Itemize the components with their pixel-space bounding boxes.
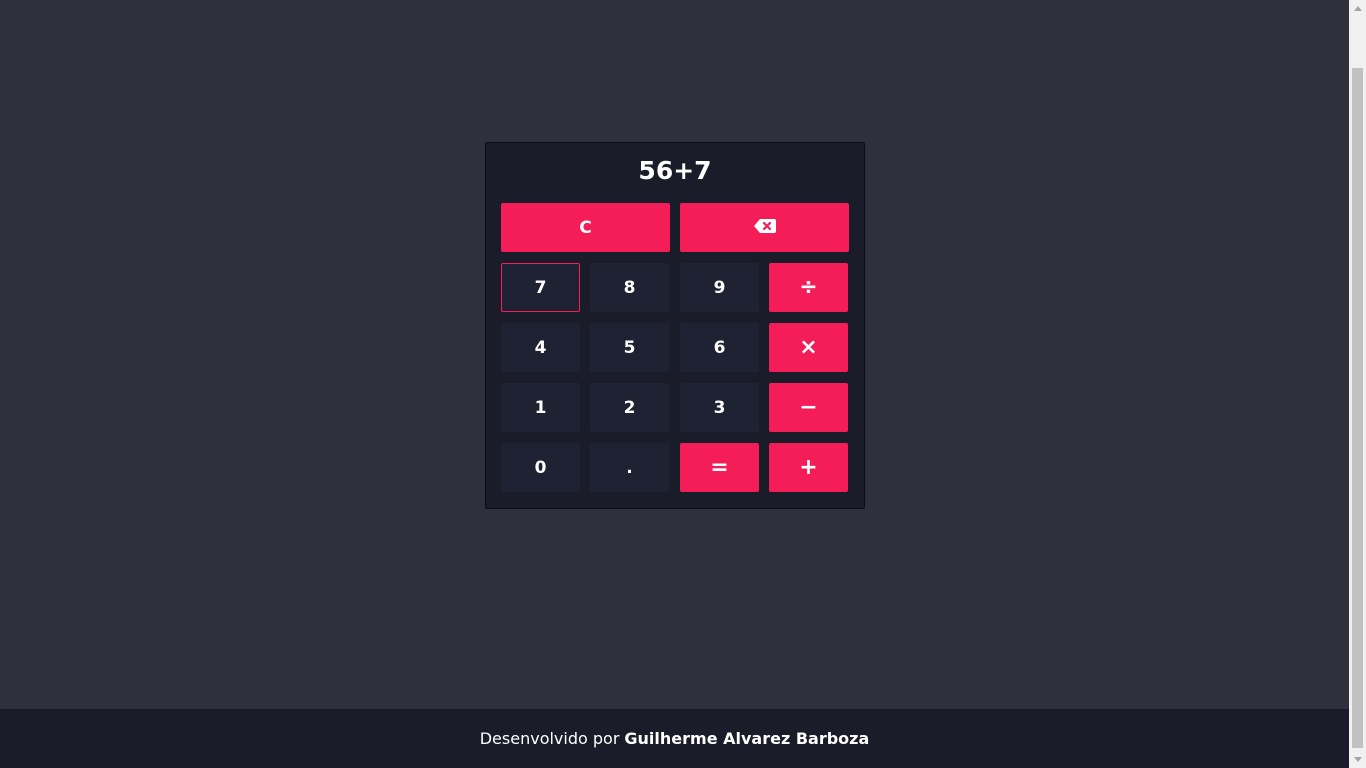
key-0[interactable]: 0: [501, 443, 580, 492]
page-background: 56+7 C 7 8 9 ÷ 4 5 6 × 1 2 3 − 0 . = + D…: [0, 0, 1349, 768]
key-label: .: [626, 457, 633, 478]
key-2[interactable]: 2: [590, 383, 669, 432]
minus-icon: −: [799, 394, 818, 420]
key-label: 0: [534, 457, 547, 478]
key-label: 6: [713, 337, 726, 358]
page-scrollbar[interactable]: [1349, 0, 1366, 768]
multiply-button[interactable]: ×: [769, 323, 848, 372]
footer-prefix: Desenvolvido por: [479, 729, 620, 748]
equals-icon: =: [710, 454, 729, 480]
key-5[interactable]: 5: [590, 323, 669, 372]
plus-button[interactable]: +: [769, 443, 848, 492]
key-8[interactable]: 8: [590, 263, 669, 312]
key-3[interactable]: 3: [680, 383, 759, 432]
key-4[interactable]: 4: [501, 323, 580, 372]
key-6[interactable]: 6: [680, 323, 759, 372]
key-label: 4: [534, 337, 547, 358]
clear-label: C: [579, 217, 592, 238]
backspace-button[interactable]: [680, 203, 849, 252]
key-label: 2: [623, 397, 636, 418]
key-7[interactable]: 7: [501, 263, 580, 312]
key-9[interactable]: 9: [680, 263, 759, 312]
scroll-down-icon[interactable]: [1349, 751, 1366, 768]
scrollbar-thumb[interactable]: [1352, 68, 1363, 748]
key-label: 3: [713, 397, 726, 418]
key-label: 1: [534, 397, 547, 418]
multiply-icon: ×: [799, 334, 818, 360]
divide-icon: ÷: [799, 274, 818, 300]
clear-button[interactable]: C: [501, 203, 670, 252]
footer-author: Guilherme Alvarez Barboza: [624, 729, 870, 748]
key-label: 9: [713, 277, 726, 298]
key-label: 8: [623, 277, 636, 298]
decimal-button[interactable]: .: [590, 443, 669, 492]
minus-button[interactable]: −: [769, 383, 848, 432]
divide-button[interactable]: ÷: [769, 263, 848, 312]
equals-button[interactable]: =: [680, 443, 759, 492]
key-label: 7: [534, 277, 547, 298]
plus-icon: +: [799, 454, 818, 480]
key-1[interactable]: 1: [501, 383, 580, 432]
backspace-icon: [753, 218, 776, 238]
scroll-up-icon[interactable]: [1349, 0, 1366, 17]
calculator-display: 56+7: [638, 156, 712, 185]
key-label: 5: [623, 337, 636, 358]
footer: Desenvolvido por Guilherme Alvarez Barbo…: [0, 709, 1349, 768]
calculator: 56+7 C 7 8 9 ÷ 4 5 6 × 1 2 3 − 0 . = +: [485, 142, 865, 509]
